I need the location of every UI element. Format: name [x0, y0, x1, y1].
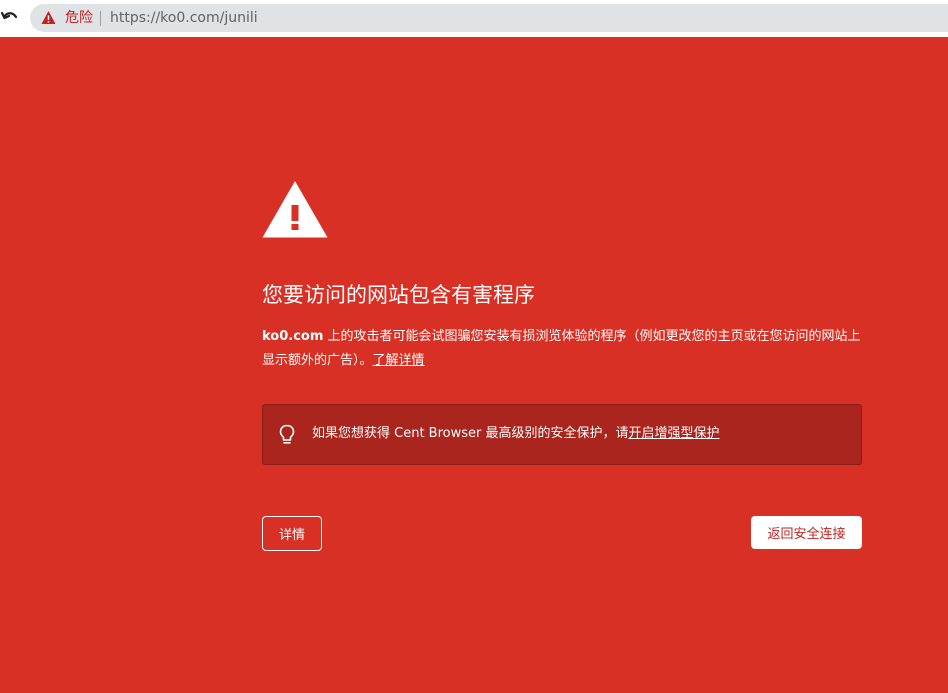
warning-icon[interactable]: [41, 10, 56, 25]
warning-triangle-icon: [262, 180, 328, 238]
tip-text: 如果您想获得 Cent Browser 最高级别的安全保护，请: [312, 426, 629, 441]
lightbulb-icon: [279, 424, 295, 446]
security-status-label[interactable]: 危险: [65, 9, 93, 27]
description-text: 上的攻击者可能会试图骗您安装有损浏览体验的程序（例如更改您的主页或在您访问的网站…: [262, 329, 861, 368]
page-title: 您要访问的网站包含有害程序: [262, 283, 535, 307]
enhanced-protection-tip: 如果您想获得 Cent Browser 最高级别的安全保护，请开启增强型保护: [262, 404, 862, 465]
details-button[interactable]: 详情: [262, 516, 322, 551]
url-text[interactable]: https://ko0.com/junili: [110, 9, 258, 27]
site-domain: ko0.com: [262, 329, 324, 344]
address-bar[interactable]: 危险 https://ko0.com/junili: [30, 4, 948, 32]
warning-description: ko0.com 上的攻击者可能会试图骗您安装有损浏览体验的程序（例如更改您的主页…: [262, 325, 862, 373]
omnibox-divider: [100, 11, 101, 26]
enhanced-protection-link[interactable]: 开启增强型保护: [629, 426, 720, 441]
back-arrow-icon[interactable]: [0, 5, 22, 29]
back-to-safety-button[interactable]: 返回安全连接: [751, 516, 862, 549]
learn-more-link[interactable]: 了解详情: [373, 353, 425, 368]
browser-toolbar: 危险 https://ko0.com/junili: [0, 0, 948, 37]
tip-text-line: 如果您想获得 Cent Browser 最高级别的安全保护，请开启增强型保护: [312, 424, 720, 444]
